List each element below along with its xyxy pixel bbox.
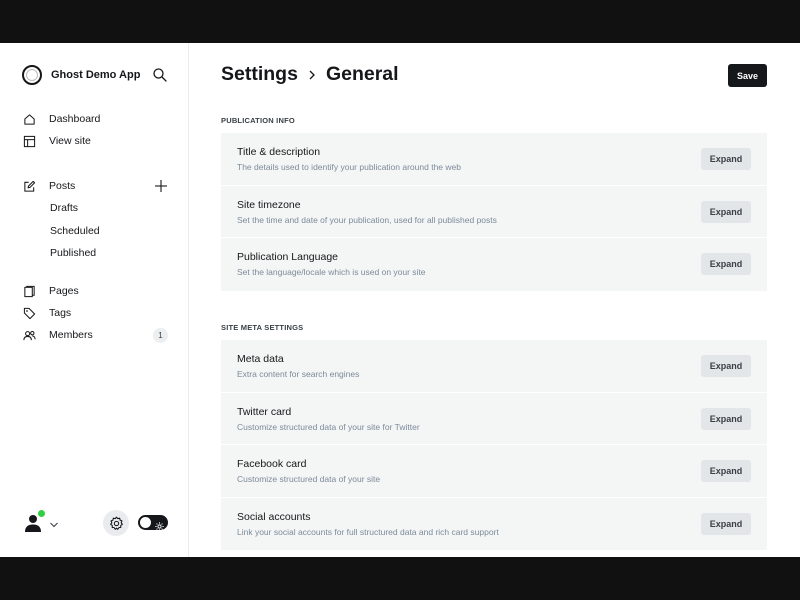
primary-nav: Dashboard View site	[22, 108, 172, 152]
dark-mode-toggle[interactable]	[138, 515, 168, 531]
sidebar-item-label: Tags	[49, 307, 72, 319]
setting-row-site-timezone: Site timezone Set the time and date of y…	[221, 186, 767, 238]
setting-description: The details used to identify your public…	[237, 162, 461, 172]
bottom-letterbox	[0, 557, 800, 600]
sidebar: Ghost Demo App Dashboard View site Posts…	[0, 43, 189, 557]
members-icon	[22, 328, 36, 342]
sidebar-item-label: Members	[49, 329, 93, 341]
section-title-publication-info: PUBLICATION INFO	[221, 116, 295, 125]
publication-info-group: Title & description The details used to …	[221, 133, 767, 291]
sidebar-footer	[22, 510, 172, 536]
sidebar-item-drafts[interactable]: Drafts	[22, 197, 172, 220]
online-status-dot	[38, 510, 45, 517]
settings-button[interactable]	[103, 510, 129, 536]
setting-row-twitter-card: Twitter card Customize structured data o…	[221, 393, 767, 445]
gear-icon	[109, 516, 123, 530]
sidebar-item-label: View site	[49, 135, 91, 147]
breadcrumb-parent[interactable]: Settings	[221, 63, 298, 86]
expand-button[interactable]: Expand	[701, 253, 751, 275]
setting-description: Customize structured data of your site f…	[237, 421, 420, 432]
sidebar-item-view-site[interactable]: View site	[22, 130, 172, 152]
sidebar-item-dashboard[interactable]: Dashboard	[22, 108, 172, 130]
add-post-icon[interactable]	[154, 179, 168, 193]
expand-button[interactable]: Expand	[701, 355, 751, 377]
layout-icon	[22, 134, 36, 148]
sidebar-item-scheduled[interactable]: Scheduled	[22, 220, 172, 243]
sidebar-item-posts[interactable]: Posts	[22, 175, 172, 197]
pages-icon	[22, 284, 36, 298]
expand-button[interactable]: Expand	[701, 460, 751, 482]
section-title-site-meta: SITE META SETTINGS	[221, 323, 304, 332]
page-title: General	[325, 63, 399, 85]
site-name: Ghost Demo App	[51, 69, 141, 81]
chevron-right-icon	[307, 69, 317, 81]
home-icon	[22, 112, 36, 126]
setting-row-facebook-card: Facebook card Customize structured data …	[221, 445, 767, 498]
setting-title: Social accounts	[237, 510, 311, 523]
sun-icon	[155, 518, 164, 531]
setting-description: Set the time and date of your publicatio…	[237, 214, 497, 225]
expand-button[interactable]: Expand	[701, 200, 751, 223]
sidebar-item-members[interactable]: Members 1	[22, 324, 172, 346]
secondary-nav: Pages Tags Members 1	[22, 280, 172, 346]
setting-description: Link your social accounts for full struc…	[237, 526, 499, 537]
expand-button[interactable]: Expand	[701, 148, 751, 170]
expand-button[interactable]: Expand	[701, 407, 751, 430]
setting-title: Publication Language	[237, 251, 339, 263]
top-letterbox	[0, 0, 800, 43]
brand[interactable]: Ghost Demo App	[22, 65, 140, 85]
setting-description: Set the language/locale which is used on…	[237, 267, 426, 277]
site-meta-group: Meta data Extra content for search engin…	[221, 340, 767, 550]
search-icon[interactable]	[152, 67, 168, 83]
setting-title: Title & description	[237, 146, 321, 158]
content-nav: Posts Drafts Scheduled Published	[22, 175, 172, 265]
setting-row-social-accounts: Social accounts Link your social account…	[221, 498, 767, 551]
setting-title: Twitter card	[237, 405, 292, 418]
chevron-down-icon[interactable]	[49, 517, 59, 528]
save-button[interactable]: Save	[728, 64, 767, 87]
setting-description: Extra content for search engines	[237, 369, 360, 379]
sidebar-item-label: Posts	[49, 180, 76, 192]
sidebar-item-published[interactable]: Published	[22, 242, 172, 265]
setting-title: Site timezone	[237, 198, 301, 211]
setting-row-title-description: Title & description The details used to …	[221, 133, 767, 186]
sidebar-item-pages[interactable]: Pages	[22, 280, 172, 302]
app-window: Ghost Demo App Dashboard View site Posts…	[0, 43, 800, 557]
setting-description: Customize structured data of your site	[237, 474, 381, 484]
main-content: Settings General Save PUBLICATION INFO T…	[189, 43, 800, 557]
members-count-badge: 1	[153, 328, 168, 343]
setting-row-meta-data: Meta data Extra content for search engin…	[221, 340, 767, 393]
setting-title: Meta data	[237, 353, 284, 365]
sidebar-item-label: Dashboard	[49, 113, 101, 125]
sidebar-item-tags[interactable]: Tags	[22, 302, 172, 324]
toggle-knob	[140, 517, 151, 528]
breadcrumb: Settings General	[221, 63, 399, 86]
sidebar-item-label: Pages	[49, 285, 79, 297]
site-logo-icon	[22, 65, 42, 85]
setting-row-publication-language: Publication Language Set the language/lo…	[221, 238, 767, 291]
setting-title: Facebook card	[237, 458, 307, 470]
edit-icon	[22, 179, 36, 193]
expand-button[interactable]: Expand	[701, 512, 751, 535]
tag-icon	[22, 306, 36, 320]
